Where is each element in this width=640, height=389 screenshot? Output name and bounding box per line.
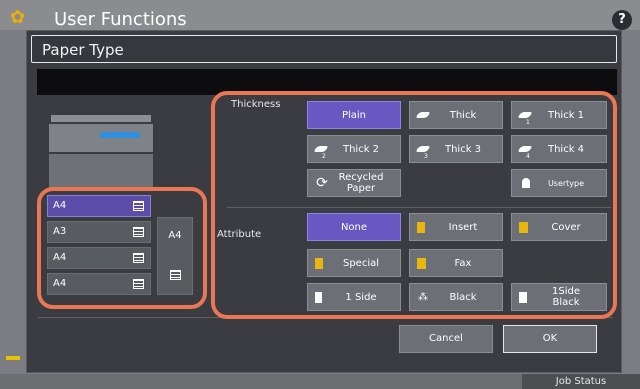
drawer-size: A4 (53, 200, 67, 211)
tray-icon (133, 279, 144, 289)
insert-button[interactable]: Insert (409, 213, 503, 241)
thick-1-button[interactable]: 1 Thick 1 (511, 101, 607, 129)
ok-button[interactable]: OK (503, 325, 597, 353)
thick-level-sub: 2 (322, 153, 326, 160)
dialog-title: Paper Type (42, 41, 124, 59)
cover-icon (519, 222, 528, 233)
black-button[interactable]: ⁂ Black (409, 283, 503, 311)
thick-level-sub: 3 (424, 153, 428, 160)
bypass-tray-button[interactable]: A4 (157, 217, 193, 295)
drawer-2-button[interactable]: A3 (47, 221, 151, 243)
special-icon (315, 258, 323, 269)
thick-button[interactable]: Thick (409, 101, 503, 129)
one-side-black-button[interactable]: 1Side Black (511, 283, 607, 311)
printer-panel-icon (100, 132, 140, 138)
job-status-button[interactable]: Job Status (522, 374, 640, 389)
special-label: Special (342, 257, 380, 269)
thick-2-button[interactable]: 2 Thick 2 (307, 135, 401, 163)
paper-sheet-icon (416, 112, 430, 118)
drawer-4-button[interactable]: A4 (47, 273, 151, 295)
attribute-label: Attribute (217, 229, 262, 240)
special-button[interactable]: Special (307, 249, 401, 277)
app-title: User Functions (54, 9, 187, 30)
thick-3-button[interactable]: 3 Thick 3 (409, 135, 503, 163)
thick-label: Thick (449, 109, 477, 121)
insert-label: Insert (448, 221, 478, 233)
gear-icon: ✿ (10, 7, 26, 28)
paper-type-dialog: Paper Type A4 A3 A4 A4 A4 Thickness Plai… (26, 30, 622, 373)
drawer-1-button[interactable]: A4 (47, 195, 151, 217)
drawer-size: A4 (53, 252, 67, 263)
usertype-label: Usertype (547, 178, 585, 188)
dialog-header: Paper Type (31, 35, 617, 63)
one-side-button[interactable]: 1 Side (307, 283, 401, 311)
thick-4-label: Thick 4 (547, 143, 585, 155)
thick-3-label: Thick 3 (444, 143, 482, 155)
plain-label: Plain (341, 109, 367, 121)
user-icon (522, 178, 530, 188)
yellow-indicator (6, 356, 20, 360)
drawer-size: A4 (53, 278, 67, 289)
tray-icon (133, 253, 144, 263)
bottom-divider (37, 317, 613, 318)
fax-icon (417, 258, 426, 269)
section-divider (227, 207, 611, 208)
tray-icon (133, 227, 144, 237)
black-label: Black (449, 291, 477, 303)
thick-1-label: Thick 1 (547, 109, 585, 121)
thick-4-button[interactable]: 4 Thick 4 (511, 135, 607, 163)
usertype-button[interactable]: Usertype (511, 169, 607, 197)
one-side-black-icon (519, 292, 527, 303)
tray-icon (133, 201, 144, 211)
recycle-icon: ⟳ (316, 175, 328, 191)
thick-level-sub: 1 (526, 119, 530, 126)
printer-illustration-base (49, 154, 153, 190)
plain-button[interactable]: Plain (307, 101, 401, 129)
recycled-paper-label: Recycled Paper (338, 172, 384, 194)
bypass-size: A4 (168, 230, 182, 241)
cover-label: Cover (551, 221, 581, 233)
thick-level-sub: 4 (526, 153, 530, 160)
help-button[interactable]: ? (612, 10, 632, 30)
drawer-3-button[interactable]: A4 (47, 247, 151, 269)
insert-icon (417, 222, 425, 233)
one-side-label: 1 Side (345, 291, 377, 303)
none-button[interactable]: None (307, 213, 401, 241)
one-side-black-label: 1Side Black (552, 286, 580, 308)
recycled-paper-button[interactable]: ⟳ Recycled Paper (307, 169, 401, 197)
app-bar: ✿ User Functions ? (0, 0, 640, 30)
cover-button[interactable]: Cover (511, 213, 607, 241)
fax-button[interactable]: Fax (409, 249, 503, 277)
message-bar (37, 69, 617, 95)
fax-label: Fax (454, 257, 472, 269)
printer-illustration-body (49, 124, 153, 152)
thick-2-label: Thick 2 (342, 143, 380, 155)
one-side-icon (315, 292, 322, 303)
black-icon: ⁂ (418, 292, 428, 303)
printer-illustration-top (51, 115, 151, 122)
none-label: None (340, 221, 368, 233)
cancel-button[interactable]: Cancel (399, 325, 493, 353)
drawer-size: A3 (53, 226, 67, 237)
thickness-label: Thickness (231, 99, 281, 110)
tray-icon (170, 270, 181, 280)
